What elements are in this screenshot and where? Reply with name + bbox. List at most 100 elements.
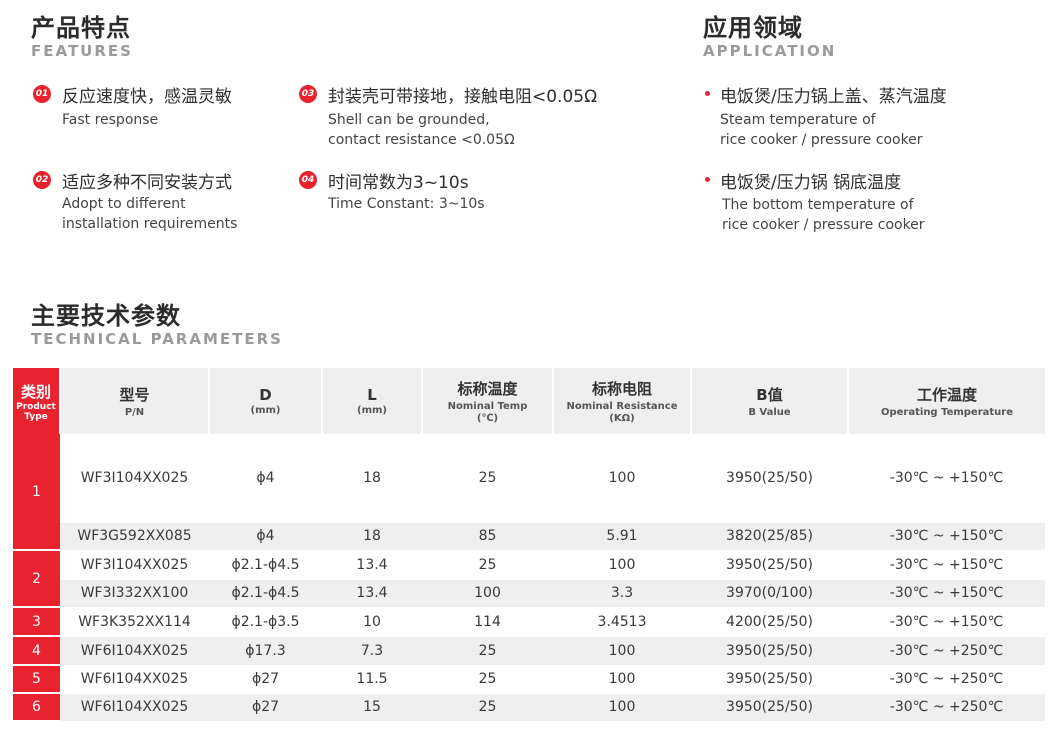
nominal-resistance-cell: 100: [553, 693, 691, 722]
pn-cell: WF3G592XX085: [60, 522, 209, 551]
b-value-cell: 4200(25/50): [691, 607, 848, 637]
bullet-icon: [705, 91, 710, 96]
parameters-subtitle: TECHNICAL PARAMETERS: [31, 330, 283, 348]
header-sublabel: P/N: [124, 407, 145, 418]
b-value-cell: 3950(25/50): [691, 550, 848, 580]
l-cell: 7.3: [322, 636, 422, 666]
features-title: 产品特点: [31, 14, 131, 42]
header-label: 工作温度: [916, 386, 977, 404]
pn-cell: WF3I104XX025: [60, 550, 209, 580]
table-row: 2 WF3I104XX025 ϕ2.1-ϕ4.5 13.4 25 100 3950(25/5…: [13, 550, 1045, 608]
nominal-resistance-cell: 100: [553, 665, 691, 694]
l-cell: 10: [322, 607, 422, 637]
header-unit: (mm): [357, 405, 387, 416]
operating-temp-cell: -30℃ ~ +250℃: [848, 665, 1045, 694]
b-value-cell: 3820(25/85): [691, 522, 848, 551]
features-subtitle: FEATURES: [31, 42, 133, 60]
table-body: 1 WF3I104XX025 ϕ4 18 25 100 3950(25/50) -30℃ ~ …: [13, 434, 1045, 722]
header-product-type: 类别 Product Type: [13, 368, 61, 434]
product-type-cell: 1: [13, 434, 60, 551]
nominal-temp-cell: 25: [422, 550, 553, 580]
b-value-cell: 3970(0/100): [691, 579, 848, 608]
nominal-resistance-cell: 100: [553, 636, 691, 666]
nominal-temp-cell: 25: [422, 434, 553, 523]
operating-temp-cell: -30℃ ~ +250℃: [848, 636, 1045, 666]
table-row: WF3I332XX100 ϕ2.1-ϕ4.5 13.4 100 3.3 3970(0/10…: [13, 579, 1045, 608]
table-row: 3 WF3K352XX114 ϕ2.1-ϕ3.5 10 114 3.4513 4200(25…: [13, 607, 1045, 637]
header-l: L (mm): [322, 368, 423, 434]
header-label: D: [259, 386, 272, 404]
operating-temp-cell: -30℃ ~ +150℃: [848, 434, 1045, 523]
header-unit: (℃): [476, 413, 499, 424]
header-nominal-resistance: 标称电阻 Nominal Resistance (KΩ): [553, 368, 692, 434]
application-title: 电饭煲/压力锅 锅底温度: [720, 173, 902, 193]
application-title: 应用领域: [703, 14, 803, 42]
l-cell: 18: [322, 434, 422, 523]
table-row: 4 WF6I104XX025 ϕ17.3 7.3 25 100 3950(25/50) -30…: [13, 636, 1045, 666]
pn-cell: WF3I104XX025: [60, 434, 209, 523]
d-cell: ϕ2.1-ϕ4.5: [209, 550, 322, 580]
header-nominal-temp: 标称温度 Nominal Temp (℃): [422, 368, 554, 434]
product-type-cell: 2: [13, 550, 60, 608]
table-row: WF3G592XX085 ϕ4 18 85 5.91 3820(25/85) -30℃ ~ …: [13, 522, 1045, 551]
application-desc: Steam temperature of: [720, 112, 876, 128]
product-type-cell: 6: [13, 693, 60, 722]
header-sublabel: Product Type: [16, 401, 56, 422]
feature-title: 时间常数为3~10s: [328, 173, 469, 193]
d-cell: ϕ27: [209, 665, 322, 694]
d-cell: ϕ27: [209, 693, 322, 722]
feature-title: 适应多种不同安装方式: [62, 173, 232, 193]
feature-desc: Shell can be grounded,: [328, 112, 490, 128]
nominal-temp-cell: 100: [422, 579, 553, 608]
b-value-cell: 3950(25/50): [691, 693, 848, 722]
pn-cell: WF6I104XX025: [60, 693, 209, 722]
number-03-icon: 03: [299, 85, 317, 103]
header-label: L: [367, 386, 377, 404]
header-unit: (mm): [250, 405, 281, 416]
b-value-cell: 3950(25/50): [691, 434, 848, 523]
feature-desc: Time Constant: 3~10s: [328, 196, 485, 212]
feature-desc: installation requirements: [62, 216, 238, 232]
d-cell: ϕ2.1-ϕ3.5: [209, 607, 322, 637]
nominal-resistance-cell: 100: [553, 550, 691, 580]
table-row: 6 WF6I104XX025 ϕ27 15 25 100 3950(25/50) -30℃ ~…: [13, 693, 1045, 722]
product-type-cell: 3: [13, 607, 60, 637]
product-type-cell: 4: [13, 636, 60, 666]
operating-temp-cell: -30℃ ~ +250℃: [848, 693, 1045, 722]
number-02-icon: 02: [33, 171, 51, 189]
bullet-icon: [705, 177, 710, 182]
d-cell: ϕ4: [209, 434, 322, 523]
parameters-table: 类别 Product Type 型号 P/N D (mm) L (mm) 标称温…: [13, 368, 1045, 722]
b-value-cell: 3950(25/50): [691, 636, 848, 666]
nominal-resistance-cell: 100: [553, 434, 691, 523]
header-d: D (mm): [209, 368, 323, 434]
operating-temp-cell: -30℃ ~ +150℃: [848, 579, 1045, 608]
nominal-temp-cell: 114: [422, 607, 553, 637]
header-unit: (KΩ): [609, 413, 635, 424]
nominal-resistance-cell: 3.4513: [553, 607, 691, 637]
header-label: 标称温度: [457, 380, 518, 398]
b-value-cell: 3950(25/50): [691, 665, 848, 694]
application-title: 电饭煲/压力锅上盖、蒸汽温度: [720, 87, 947, 107]
header-sublabel: Nominal Resistance: [566, 401, 678, 412]
application-desc: The bottom temperature of: [722, 197, 914, 213]
table-row: 1 WF3I104XX025 ϕ4 18 25 100 3950(25/50) -30℃ ~ …: [13, 434, 1045, 551]
header-b-value: B值 B Value: [691, 368, 849, 434]
application-desc: rice cooker / pressure cooker: [722, 217, 925, 233]
feature-title: 封装壳可带接地，接触电阻<0.05Ω: [328, 87, 598, 107]
nominal-temp-cell: 25: [422, 665, 553, 694]
header-label: 标称电阻: [591, 380, 652, 398]
nominal-temp-cell: 25: [422, 636, 553, 666]
operating-temp-cell: -30℃ ~ +150℃: [848, 607, 1045, 637]
application-desc: rice cooker / pressure cooker: [720, 132, 923, 148]
operating-temp-cell: -30℃ ~ +150℃: [848, 522, 1045, 551]
pn-cell: WF3K352XX114: [60, 607, 209, 637]
feature-desc: Adopt to different: [62, 196, 186, 212]
nominal-temp-cell: 25: [422, 693, 553, 722]
table-header-row: 类别 Product Type 型号 P/N D (mm) L (mm) 标称温…: [13, 368, 1045, 434]
header-sublabel: Operating Temperature: [880, 407, 1014, 418]
pn-cell: WF6I104XX025: [60, 636, 209, 666]
d-cell: ϕ4: [209, 522, 322, 551]
nominal-resistance-cell: 5.91: [553, 522, 691, 551]
feature-title: 反应速度快，感温灵敏: [62, 87, 232, 107]
